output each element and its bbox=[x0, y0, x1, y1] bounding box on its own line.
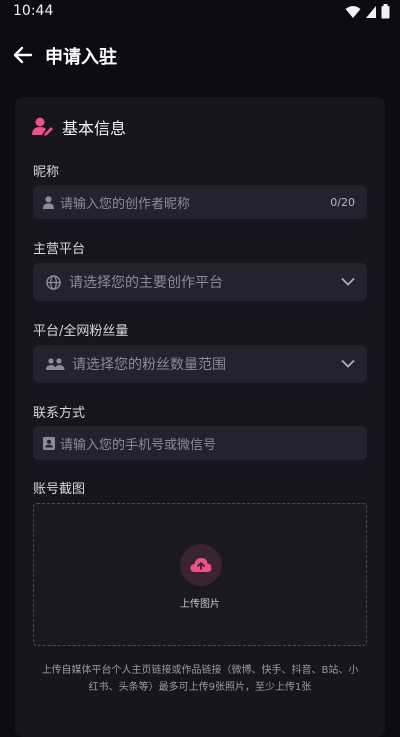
screenshot-label: 账号截图 bbox=[33, 482, 86, 497]
arrow-left-icon bbox=[13, 46, 33, 64]
battery-icon bbox=[381, 4, 390, 19]
fans-placeholder: 请选择您的粉丝数量范围 bbox=[72, 357, 226, 373]
status-bar: 10:44 bbox=[0, 0, 400, 24]
user-icon bbox=[43, 195, 54, 209]
globe-icon bbox=[46, 274, 61, 290]
contact-placeholder: 请输入您的手机号或微信号 bbox=[60, 437, 217, 453]
signal-icon bbox=[366, 5, 376, 18]
chevron-down-icon bbox=[341, 278, 355, 286]
users-icon bbox=[46, 357, 65, 370]
section-title: 基本信息 bbox=[62, 119, 127, 138]
contact-card-icon bbox=[43, 436, 55, 450]
fans-label: 平台/全网粉丝量 bbox=[33, 324, 129, 339]
nickname-label: 昵称 bbox=[33, 165, 60, 180]
status-time: 10:44 bbox=[13, 3, 54, 19]
contact-label: 联系方式 bbox=[33, 406, 86, 421]
wifi-icon bbox=[345, 5, 361, 18]
back-button[interactable] bbox=[10, 42, 36, 68]
status-icons bbox=[345, 4, 390, 19]
user-edit-icon bbox=[32, 117, 53, 136]
app-header: 申请入驻 bbox=[0, 34, 400, 76]
nickname-input[interactable]: 请输入您的创作者昵称 0/20 bbox=[33, 185, 367, 219]
page-title: 申请入驻 bbox=[45, 47, 117, 68]
upload-hint: 上传自媒体平台个人主页链接或作品链接（微博、快手、抖音、B站、小红书、头条等）最… bbox=[41, 665, 359, 693]
contact-input[interactable]: 请输入您的手机号或微信号 bbox=[33, 426, 367, 460]
nickname-placeholder: 请输入您的创作者昵称 bbox=[60, 196, 191, 212]
platform-label: 主营平台 bbox=[33, 242, 86, 257]
upload-label: 上传图片 bbox=[180, 599, 220, 610]
upload-area[interactable]: 上传图片 bbox=[33, 503, 367, 646]
chevron-down-icon bbox=[341, 360, 355, 368]
section-header: 基本信息 bbox=[32, 115, 126, 139]
platform-placeholder: 请选择您的主要创作平台 bbox=[69, 275, 223, 291]
form-card: 基本信息 昵称 请输入您的创作者昵称 0/20 主营平台 请选择您的主要创作平台… bbox=[15, 97, 385, 737]
platform-select[interactable]: 请选择您的主要创作平台 bbox=[33, 263, 367, 301]
cloud-upload-icon bbox=[190, 558, 212, 572]
upload-button[interactable] bbox=[180, 544, 222, 586]
nickname-counter: 0/20 bbox=[330, 195, 355, 209]
fans-select[interactable]: 请选择您的粉丝数量范围 bbox=[33, 345, 367, 383]
